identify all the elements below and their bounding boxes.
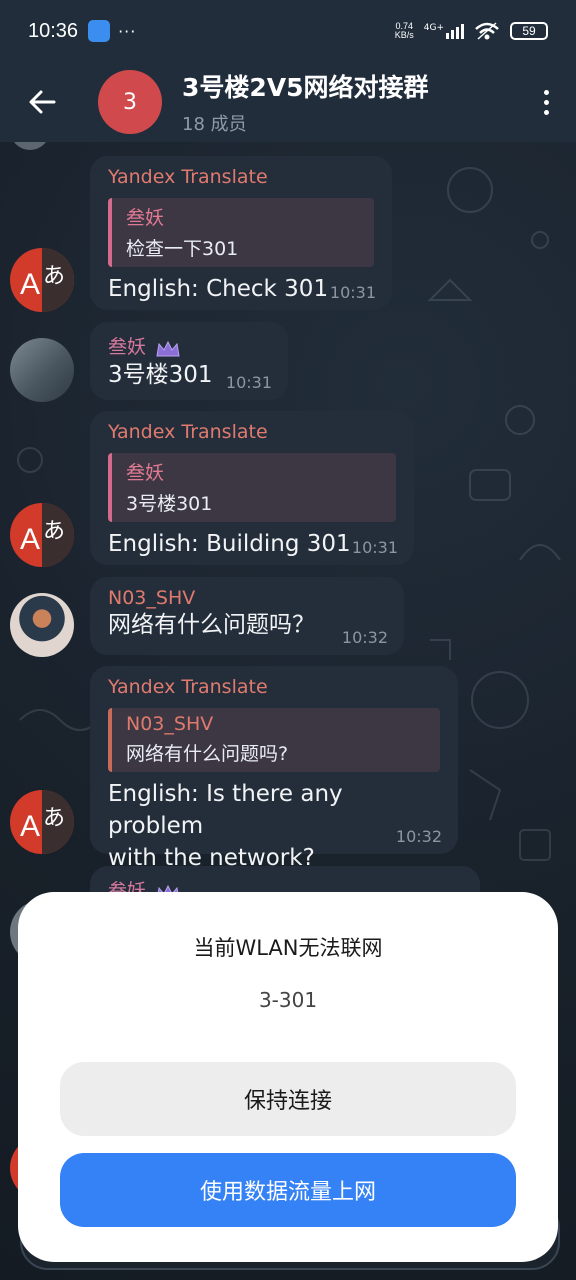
wlan-alert-dialog: 当前WLAN无法联网 3-301 保持连接 使用数据流量上网 [18, 892, 558, 1262]
dialog-title: 当前WLAN无法联网 [193, 936, 383, 960]
network-name: 3-301 [258, 988, 318, 1012]
keep-connection-button[interactable]: 保持连接 [60, 1062, 516, 1136]
use-mobile-data-button[interactable]: 使用数据流量上网 [60, 1153, 516, 1227]
